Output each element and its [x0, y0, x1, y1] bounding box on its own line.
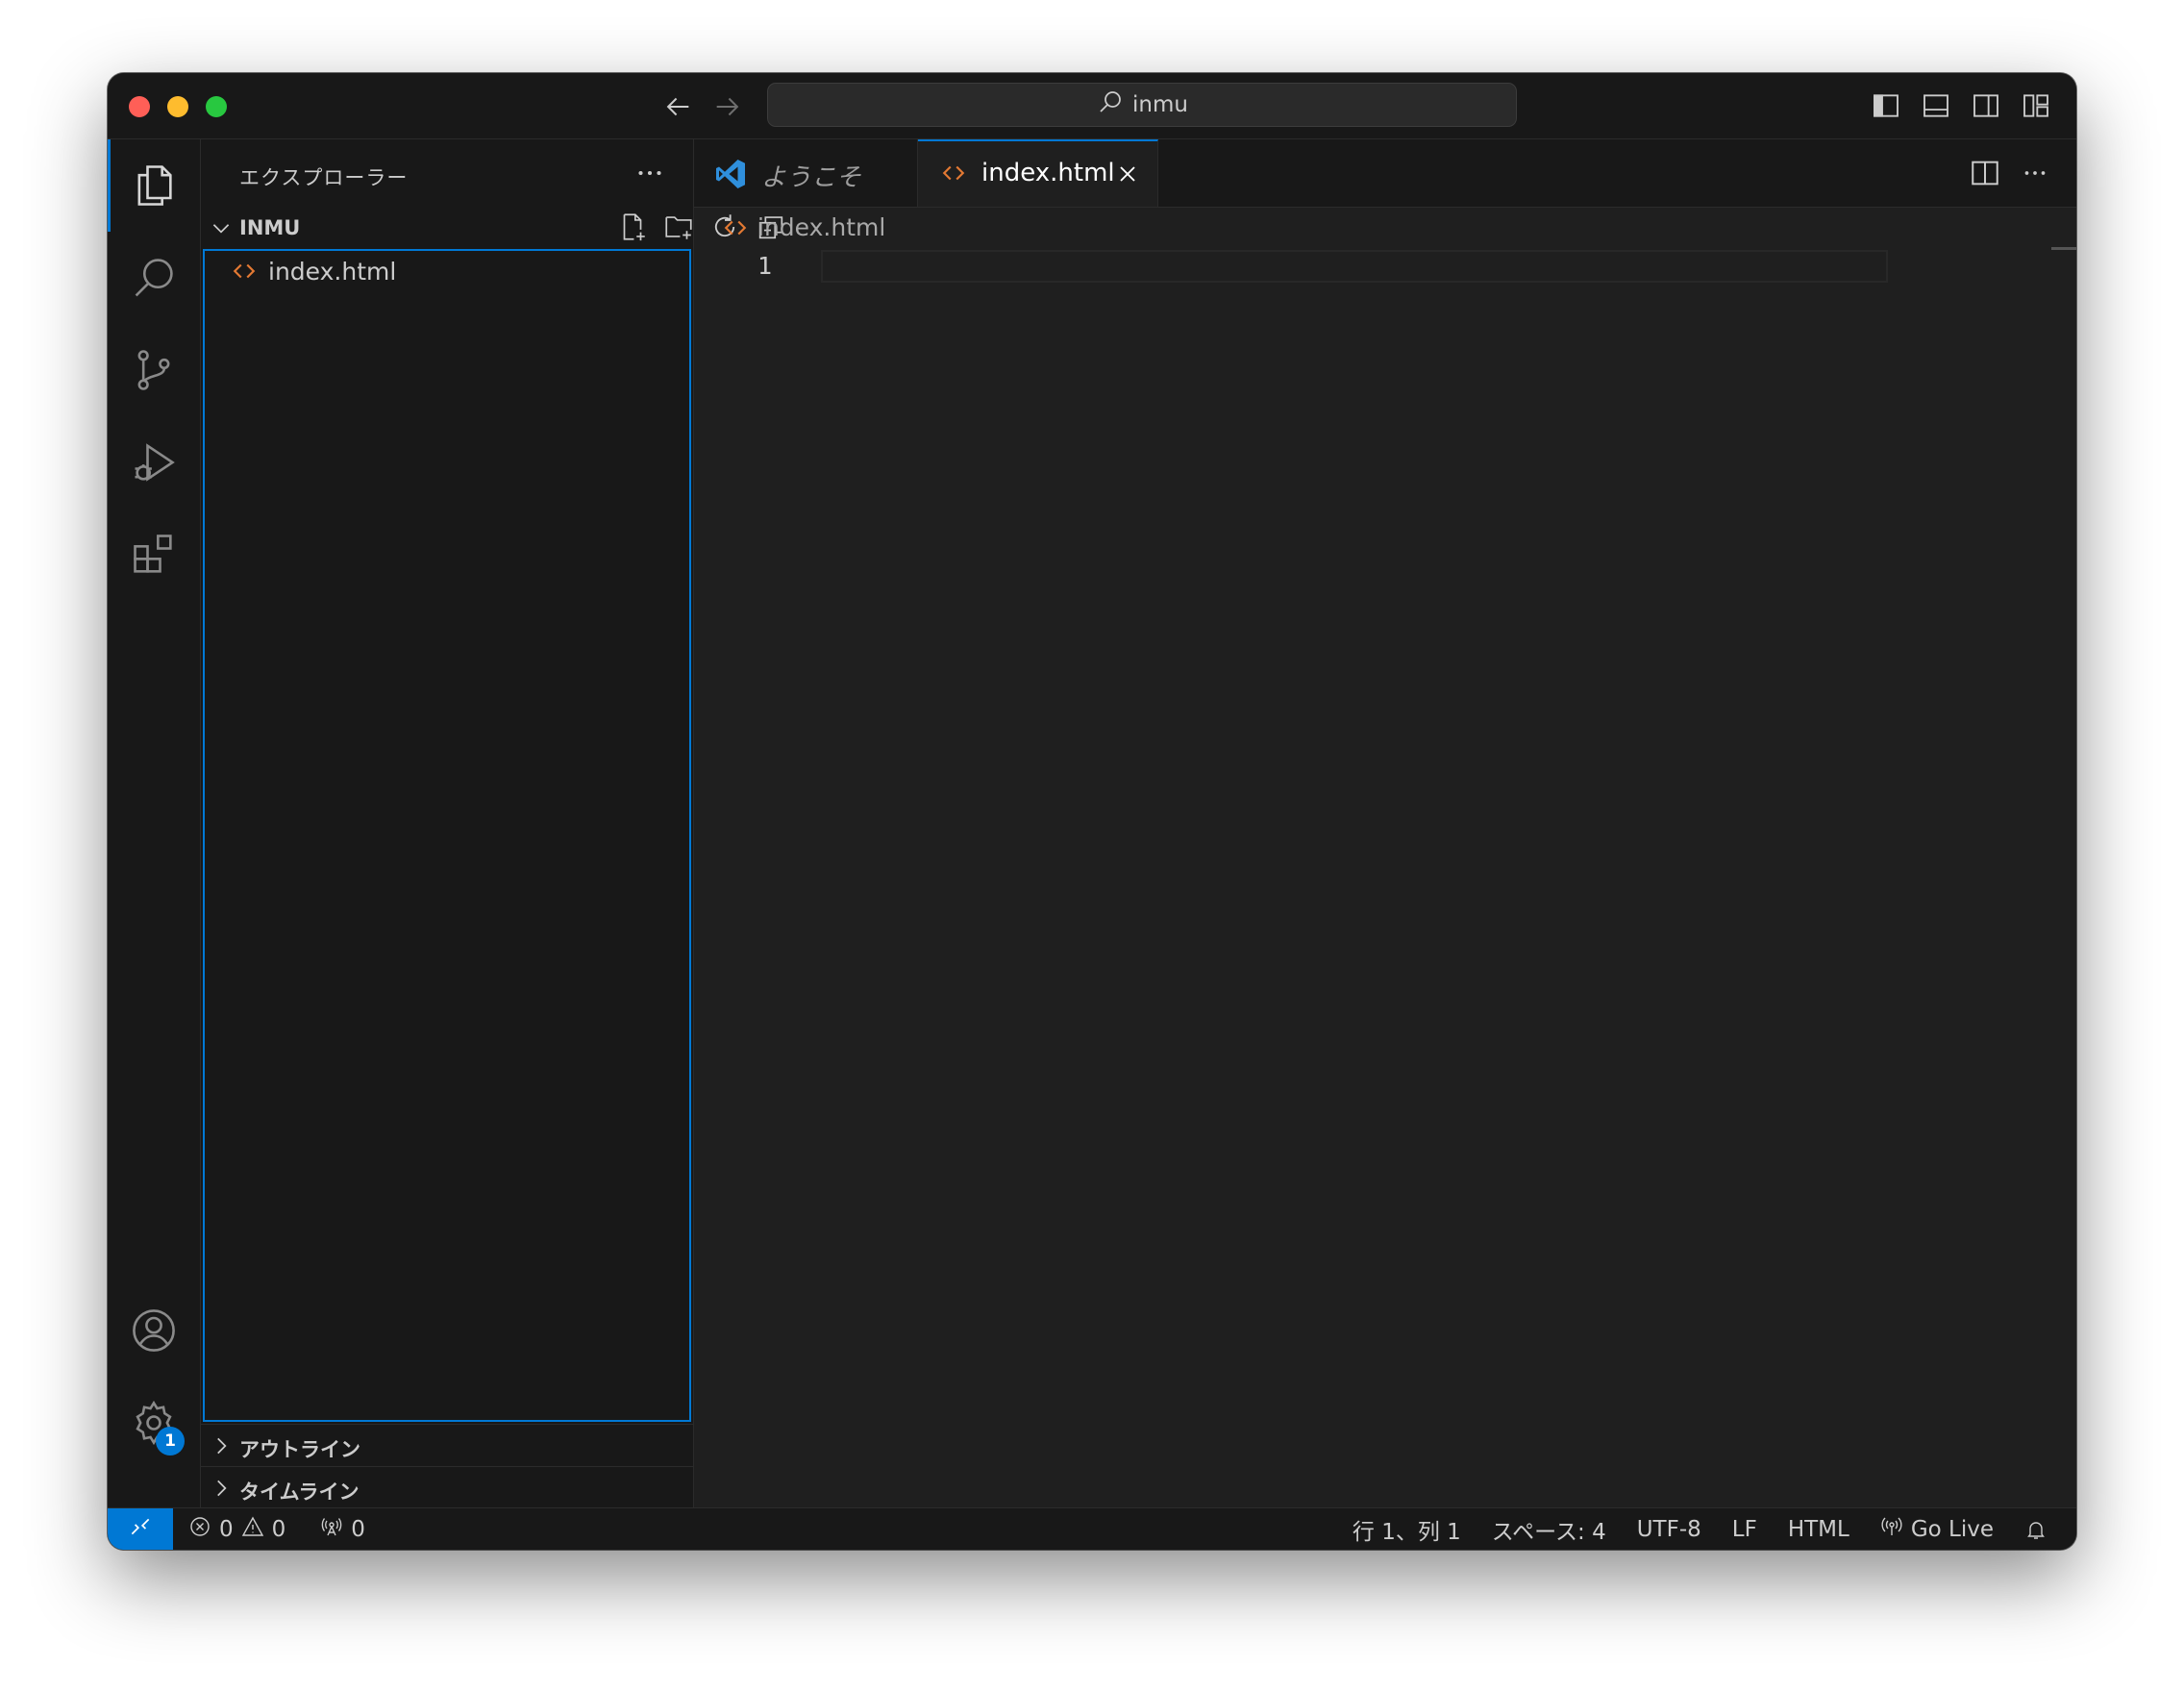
notifications-bell-icon[interactable]: [2024, 1518, 2048, 1541]
extensions-icon[interactable]: [108, 509, 200, 601]
indentation[interactable]: スペース: 4: [1492, 1513, 1606, 1546]
overview-ruler-cursor: [2051, 247, 2076, 250]
go-live-label: Go Live: [1910, 1517, 1994, 1542]
toggle-secondary-sidebar-icon[interactable]: [1971, 90, 2001, 121]
chevron-down-icon: [209, 215, 234, 240]
outline-section-header[interactable]: アウトライン: [201, 1424, 693, 1467]
manage-gear-icon[interactable]: 1: [108, 1377, 200, 1469]
file-tree: index.html: [203, 249, 691, 1422]
chevron-right-icon: [209, 1476, 234, 1501]
editor-actions: [1969, 157, 2051, 189]
broadcast-icon: [1880, 1515, 1903, 1544]
run-debug-icon[interactable]: [108, 416, 200, 509]
current-line-highlight: [821, 250, 1888, 283]
search-icon[interactable]: [108, 232, 200, 324]
timeline-section-header[interactable]: タイムライン: [201, 1466, 693, 1509]
maximize-window-button[interactable]: [206, 96, 227, 117]
status-right: 行 1、列 1 スペース: 4 UTF-8 LF HTML Go Live: [1353, 1508, 2048, 1550]
new-file-icon[interactable]: [616, 211, 649, 243]
status-bar: 0 0 0 行 1、列 1 スペース: 4 UTF-8 LF HTML Go L…: [108, 1507, 2076, 1550]
section-label: アウトライン: [239, 1438, 360, 1461]
end-of-line[interactable]: LF: [1732, 1517, 1757, 1542]
warning-count: 0: [271, 1517, 286, 1542]
file-name: index.html: [268, 258, 397, 286]
title-bar: inmu: [108, 73, 2076, 139]
broadcast-icon: [320, 1515, 343, 1544]
vscode-window: inmu 1 エクスプローラー INMU index.html アウトライン タ…: [108, 73, 2076, 1550]
html-file-icon: [941, 161, 966, 186]
settings-badge: 1: [156, 1427, 185, 1456]
breadcrumb: index.html: [694, 208, 2076, 246]
folder-header[interactable]: INMU: [201, 207, 783, 249]
file-item-index-html[interactable]: index.html: [205, 251, 689, 291]
back-arrow-icon[interactable]: [661, 90, 694, 123]
chevron-right-icon: [209, 1433, 234, 1458]
tab-label: index.html: [981, 159, 1115, 187]
folder-name: INMU: [239, 216, 301, 239]
vscode-logo-icon: [713, 157, 748, 191]
cursor-position[interactable]: 行 1、列 1: [1353, 1513, 1461, 1546]
explorer-sidebar: エクスプローラー INMU index.html アウトライン タイムライン: [201, 139, 783, 1509]
section-label: タイムライン: [239, 1480, 360, 1504]
more-actions-icon[interactable]: [2019, 157, 2051, 189]
more-actions-icon[interactable]: [632, 155, 668, 191]
layout-controls: [1871, 90, 2051, 121]
tab-label: ようこそ: [761, 163, 862, 192]
go-live-button[interactable]: Go Live: [1880, 1515, 1994, 1544]
ports-count: 0: [351, 1517, 365, 1542]
language-mode[interactable]: HTML: [1788, 1517, 1849, 1542]
remote-icon: [128, 1514, 153, 1545]
editor-tabs: ようこそ index.html: [694, 139, 2076, 208]
problems-indicator[interactable]: 0 0 0: [188, 1508, 365, 1550]
forward-arrow-icon[interactable]: [711, 90, 744, 123]
new-folder-icon[interactable]: [662, 211, 695, 243]
accounts-icon[interactable]: [108, 1284, 200, 1377]
editor-text-area[interactable]: 1: [694, 246, 2076, 1507]
encoding[interactable]: UTF-8: [1637, 1517, 1701, 1542]
warning-icon: [241, 1515, 264, 1544]
toggle-primary-sidebar-icon[interactable]: [1871, 90, 1901, 121]
explorer-icon[interactable]: [108, 139, 200, 232]
line-number: 1: [757, 252, 773, 280]
sidebar-title: エクスプローラー: [239, 166, 409, 189]
error-count: 0: [219, 1517, 234, 1542]
minimize-window-button[interactable]: [167, 96, 188, 117]
html-file-icon: [723, 215, 748, 240]
close-icon[interactable]: [1114, 161, 1141, 187]
close-window-button[interactable]: [129, 96, 150, 117]
activity-bar: 1: [108, 139, 201, 1507]
customize-layout-icon[interactable]: [2021, 90, 2051, 121]
tab-index-html[interactable]: index.html: [918, 139, 1158, 207]
error-icon: [188, 1515, 211, 1544]
breadcrumb-item[interactable]: index.html: [757, 213, 885, 241]
remote-indicator-button[interactable]: [108, 1508, 173, 1550]
html-file-icon: [232, 259, 257, 284]
source-control-icon[interactable]: [108, 324, 200, 416]
search-icon: [1096, 87, 1125, 122]
toggle-panel-icon[interactable]: [1921, 90, 1951, 121]
split-editor-icon[interactable]: [1969, 157, 2001, 189]
command-center-search[interactable]: inmu: [767, 83, 1517, 127]
tab-welcome[interactable]: ようこそ: [694, 139, 918, 207]
command-center-text: inmu: [1132, 92, 1188, 117]
